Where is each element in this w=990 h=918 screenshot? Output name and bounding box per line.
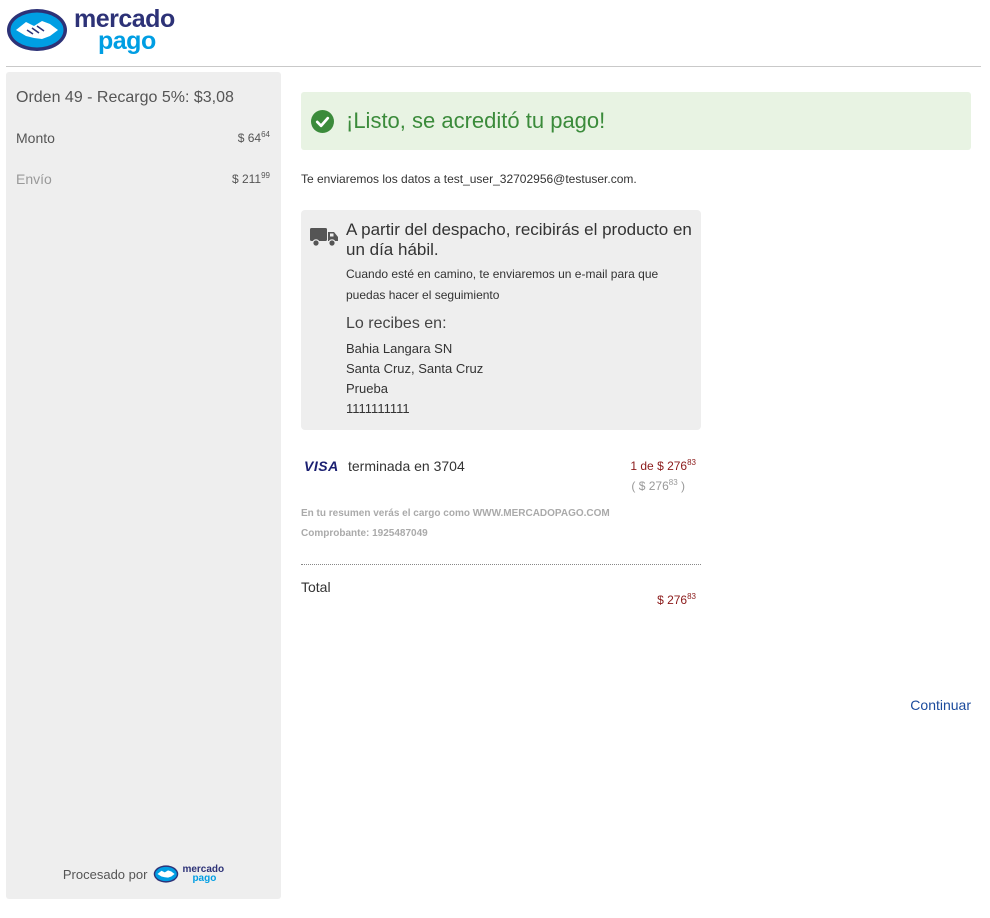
payment-success-banner: ¡Listo, se acreditó tu pago!	[301, 92, 971, 150]
order-title: Orden 49 - Recargo 5%: $3,08	[16, 89, 234, 106]
address-line: Santa Cruz, Santa Cruz	[346, 361, 484, 376]
address-line: Prueba	[346, 381, 388, 396]
shipping-address: Bahia Langara SN Santa Cruz, Santa Cruz …	[346, 339, 483, 419]
mercadopago-logo: mercado pago	[6, 5, 181, 55]
mercadopago-mini-logo: mercado pago	[153, 865, 224, 884]
total-amount: $ 27683	[657, 592, 696, 607]
shipping-title: A partir del despacho, recibirás el prod…	[346, 220, 692, 259]
shipping-info-box: A partir del despacho, recibirás el prod…	[301, 210, 701, 430]
header: mercado pago	[0, 0, 990, 67]
email-notice: Te enviaremos los datos a test_user_3270…	[301, 172, 637, 186]
truck-icon	[310, 228, 338, 247]
header-divider	[6, 66, 981, 67]
visa-logo: VISA	[304, 458, 339, 474]
processed-by-label: Procesado por	[62, 866, 148, 882]
mini-logo-word-pago: pago	[192, 873, 217, 884]
shipping-subtitle: Cuando esté en camino, te enviaremos un …	[346, 267, 659, 302]
address-line: 1111111111	[346, 401, 410, 416]
summary-row-envio: Envío $ 21199	[16, 171, 270, 187]
payment-method-row: VISA terminada en 3704 1 de $ 27683 ( $ …	[301, 456, 701, 496]
summary-label-monto: Monto	[16, 130, 55, 146]
check-circle-icon	[311, 109, 334, 133]
summary-label-envio: Envío	[16, 171, 52, 187]
order-summary-sidebar: Orden 49 - Recargo 5%: $3,08 Monto $ 646…	[6, 72, 281, 899]
receive-at-title: Lo recibes en:	[346, 315, 447, 332]
installments-total: ( $ 27683 )	[631, 478, 685, 493]
statement-notice: En tu resumen verás el cargo como WWW.ME…	[301, 508, 610, 519]
continue-link[interactable]: Continuar	[910, 697, 971, 713]
summary-value-envio: $ 21199	[231, 171, 270, 186]
summary-value-monto: $ 6464	[237, 130, 270, 145]
success-message: ¡Listo, se acreditó tu pago!	[346, 108, 606, 133]
summary-row-monto: Monto $ 6464	[16, 130, 270, 146]
installments-amount: 1 de $ 27683	[630, 458, 696, 473]
voucher-number: Comprobante: 1925487049	[301, 528, 428, 539]
processed-by: Procesado por mercado pago	[6, 865, 281, 884]
total-divider	[301, 564, 701, 565]
handshake-icon	[7, 9, 67, 51]
card-ending: terminada en 3704	[348, 458, 465, 474]
address-line: Bahia Langara SN	[346, 341, 453, 356]
logo-word-pago: pago	[98, 27, 156, 55]
handshake-icon	[154, 865, 179, 883]
